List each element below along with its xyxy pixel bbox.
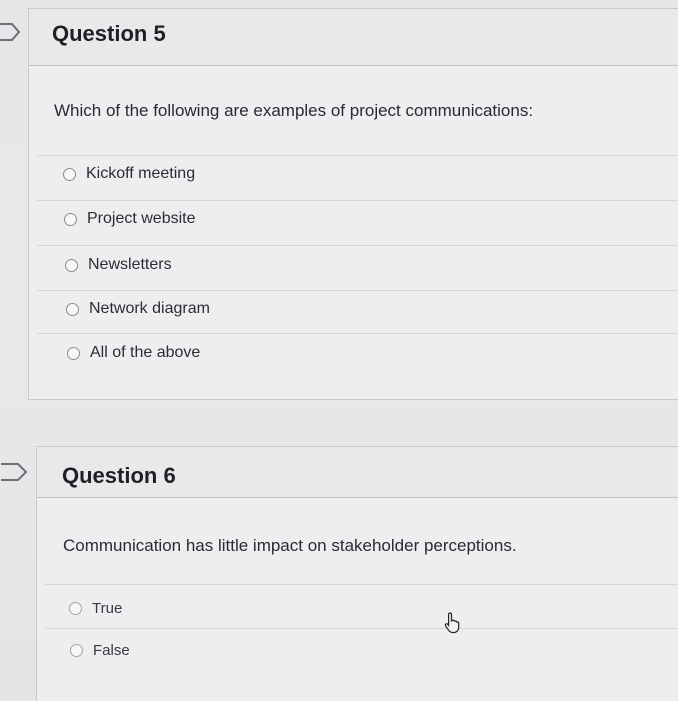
option-project-website[interactable]: Project website: [64, 210, 196, 228]
question-6-prompt: Communication has little impact on stake…: [63, 536, 517, 555]
option-true[interactable]: True: [69, 600, 122, 617]
radio-button[interactable]: [69, 602, 82, 615]
option-label: Project website: [87, 210, 196, 227]
option-divider: [37, 333, 678, 334]
question-6-title: Question 6: [62, 463, 176, 488]
option-divider: [37, 245, 678, 246]
option-label: True: [92, 600, 123, 617]
radio-button[interactable]: [65, 258, 78, 272]
question-5-card: Question 5 Which of the following are ex…: [28, 8, 678, 400]
option-label: Kickoff meeting: [86, 165, 196, 182]
option-label: Newsletters: [88, 256, 172, 273]
option-divider: [45, 584, 678, 585]
radio-button[interactable]: [70, 644, 83, 657]
radio-button[interactable]: [67, 346, 80, 360]
option-false[interactable]: False: [70, 642, 130, 659]
option-label: Network diagram: [89, 300, 210, 317]
option-divider: [37, 290, 678, 291]
question-5-prompt: Which of the following are examples of p…: [54, 101, 534, 120]
radio-button[interactable]: [63, 167, 76, 181]
option-divider: [37, 200, 678, 201]
question-6-flag-icon[interactable]: [0, 462, 30, 482]
question-6-card: Question 6 Communication has little impa…: [36, 446, 678, 701]
option-divider: [37, 155, 678, 156]
option-divider: [45, 628, 678, 629]
option-network-diagram[interactable]: Network diagram: [66, 300, 210, 318]
option-label: False: [93, 642, 130, 659]
option-label: All of the above: [90, 344, 201, 361]
option-all-of-the-above[interactable]: All of the above: [67, 344, 200, 362]
option-kickoff-meeting[interactable]: Kickoff meeting: [63, 165, 195, 183]
hand-pointer-icon: [444, 612, 462, 639]
question-5-title: Question 5: [52, 21, 166, 46]
question-5-header: Question 5: [29, 9, 678, 66]
option-newsletters[interactable]: Newsletters: [65, 256, 172, 274]
question-5-flag-icon[interactable]: [0, 22, 22, 42]
radio-button[interactable]: [66, 302, 79, 316]
radio-button[interactable]: [64, 212, 77, 226]
question-6-header: Question 6: [37, 447, 678, 498]
